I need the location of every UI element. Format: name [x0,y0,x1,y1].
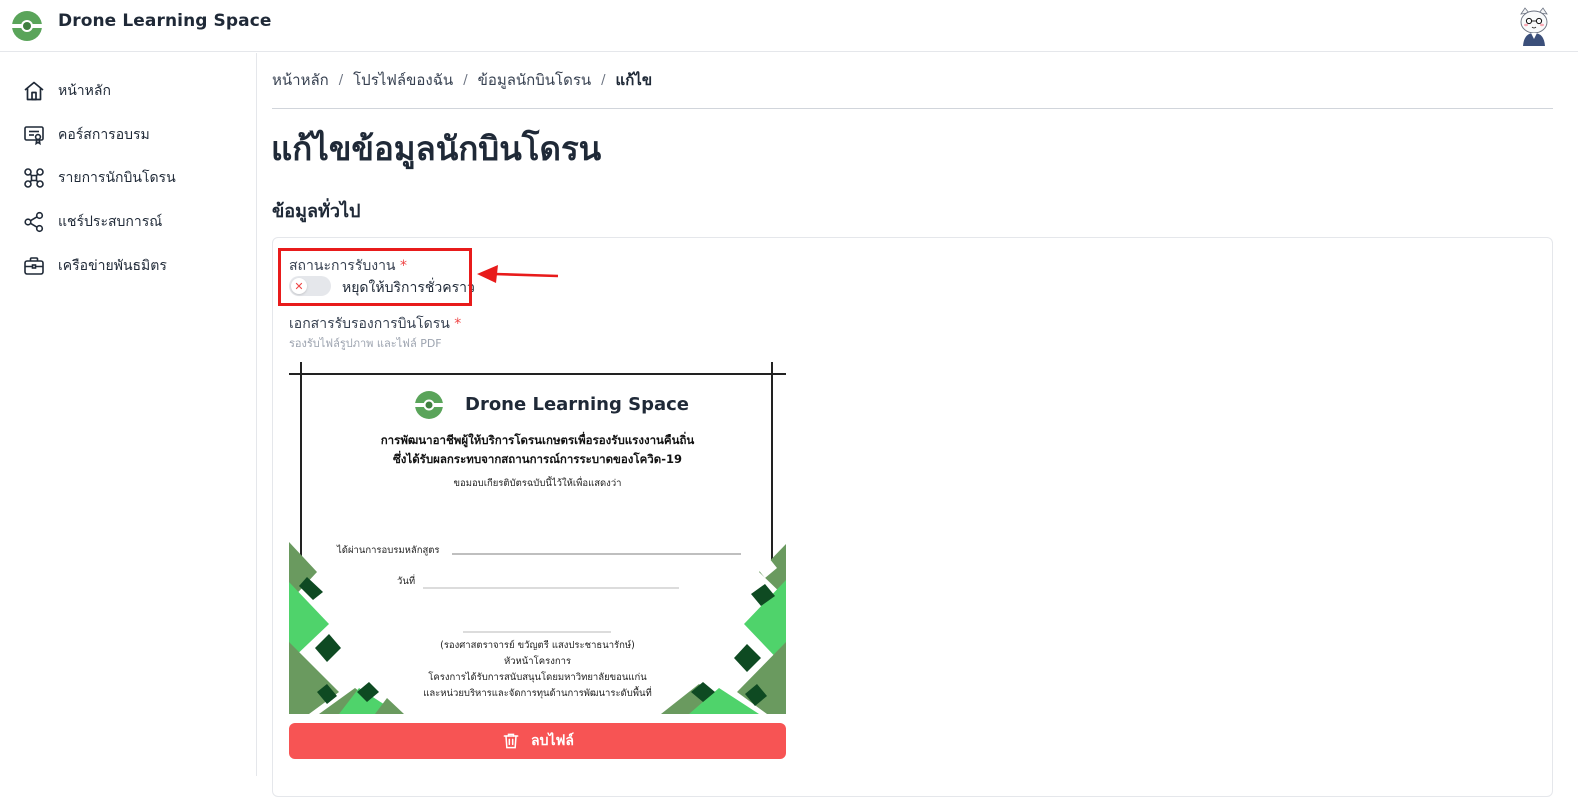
breadcrumb-divider [272,108,1553,109]
certificate-support-line2: และหน่วยบริหารและจัดการทุนด้านการพัฒนาระ… [423,688,652,699]
delete-file-button[interactable]: ลบไฟล์ [289,723,786,759]
breadcrumb: หน้าหลัก / โปรไฟล์ของฉัน / ข้อมูลนักบินโ… [272,68,652,92]
home-icon [24,81,44,101]
sidebar-item-label: รายการนักบินโดรน [58,170,176,186]
user-avatar[interactable] [1516,6,1552,46]
breadcrumb-home[interactable]: หน้าหลัก [272,68,329,92]
certificate-logo-icon [415,391,443,419]
section-title: ข้อมูลทั่วไป [272,201,361,222]
annotation-arrow-icon [477,265,559,283]
certificate-brand: Drone Learning Space [465,394,689,415]
breadcrumb-separator: / [338,72,344,88]
breadcrumb-pilot-info[interactable]: ข้อมูลนักบินโดรน [478,68,592,92]
breadcrumb-separator: / [463,72,468,88]
drone-icon [24,168,44,188]
page-title: แก้ไขข้อมูลนักบินโดรน [271,129,602,168]
breadcrumb-separator: / [601,72,606,88]
certificate-preview[interactable]: Drone Learning Space การพัฒนาอาชีพผู้ให้… [289,362,786,714]
logo-icon[interactable] [10,9,44,43]
document-hint: รองรับไฟล์รูปภาพ และไฟล์ PDF [289,337,442,350]
annotation-highlight-box [278,248,472,306]
briefcase-icon [24,257,44,275]
breadcrumb-current: แก้ไข [615,71,653,89]
document-label-text: เอกสารรับรองการบินโดรน [289,316,450,332]
sidebar-item-label: แชร์ประสบการณ์ [58,214,163,230]
certificate-date-field: วันที่ [397,576,416,587]
sidebar-item-share[interactable]: แชร์ประสบการณ์ [22,207,162,237]
certificate-heading-line1: การพัฒนาอาชีพผู้ให้บริการโดรนเกษตรเพื่อร… [380,433,695,447]
certificate-subheading: ขอมอบเกียรติบัตรฉบับนี้ไว้ให้เพื่อแสดงว่… [453,478,622,489]
sidebar-item-label: เครือข่ายพันธมิตร [58,258,167,274]
app-title[interactable]: Drone Learning Space [58,11,272,31]
certificate-heading-line2: ซึ่งได้รับผลกระทบจากสถานการณ์การระบาดของ… [393,452,682,466]
sidebar-item-label: คอร์สการอบรม [58,127,150,143]
sidebar: หน้าหลัก คอร์สการอบรม รายการนักบินโดรน แ… [0,53,257,776]
sidebar-item-home[interactable]: หน้าหลัก [22,76,111,106]
trash-icon [503,733,519,749]
certificate-signer: (รองศาสตราจารย์ ขวัญตรี แสงประชาธนารักษ์… [440,640,635,651]
sidebar-item-label: หน้าหลัก [58,83,111,99]
delete-file-label: ลบไฟล์ [531,733,574,749]
document-field-label: เอกสารรับรองการบินโดรน * [289,313,461,335]
certificate-support-line1: โครงการได้รับการสนับสนุนโดยมหาวิทยาลัยขอ… [428,672,647,683]
certificate-course-field: ได้ผ่านการอบรมหลักสูตร [337,545,440,556]
sidebar-item-pilots[interactable]: รายการนักบินโดรน [22,163,176,193]
sidebar-item-courses[interactable]: คอร์สการอบรม [22,120,150,150]
required-mark: * [454,316,462,332]
share-icon [24,211,44,233]
breadcrumb-profile[interactable]: โปรไฟล์ของฉัน [353,68,453,92]
sidebar-item-partners[interactable]: เครือข่ายพันธมิตร [22,251,167,281]
certificate-signer-role: หัวหน้าโครงการ [503,656,572,667]
certificate-signature-block: (รองศาสตราจารย์ ขวัญตรี แสงประชาธนารักษ์… [289,638,786,702]
certificate-icon [24,126,44,146]
app-header: Drone Learning Space [0,0,1578,52]
